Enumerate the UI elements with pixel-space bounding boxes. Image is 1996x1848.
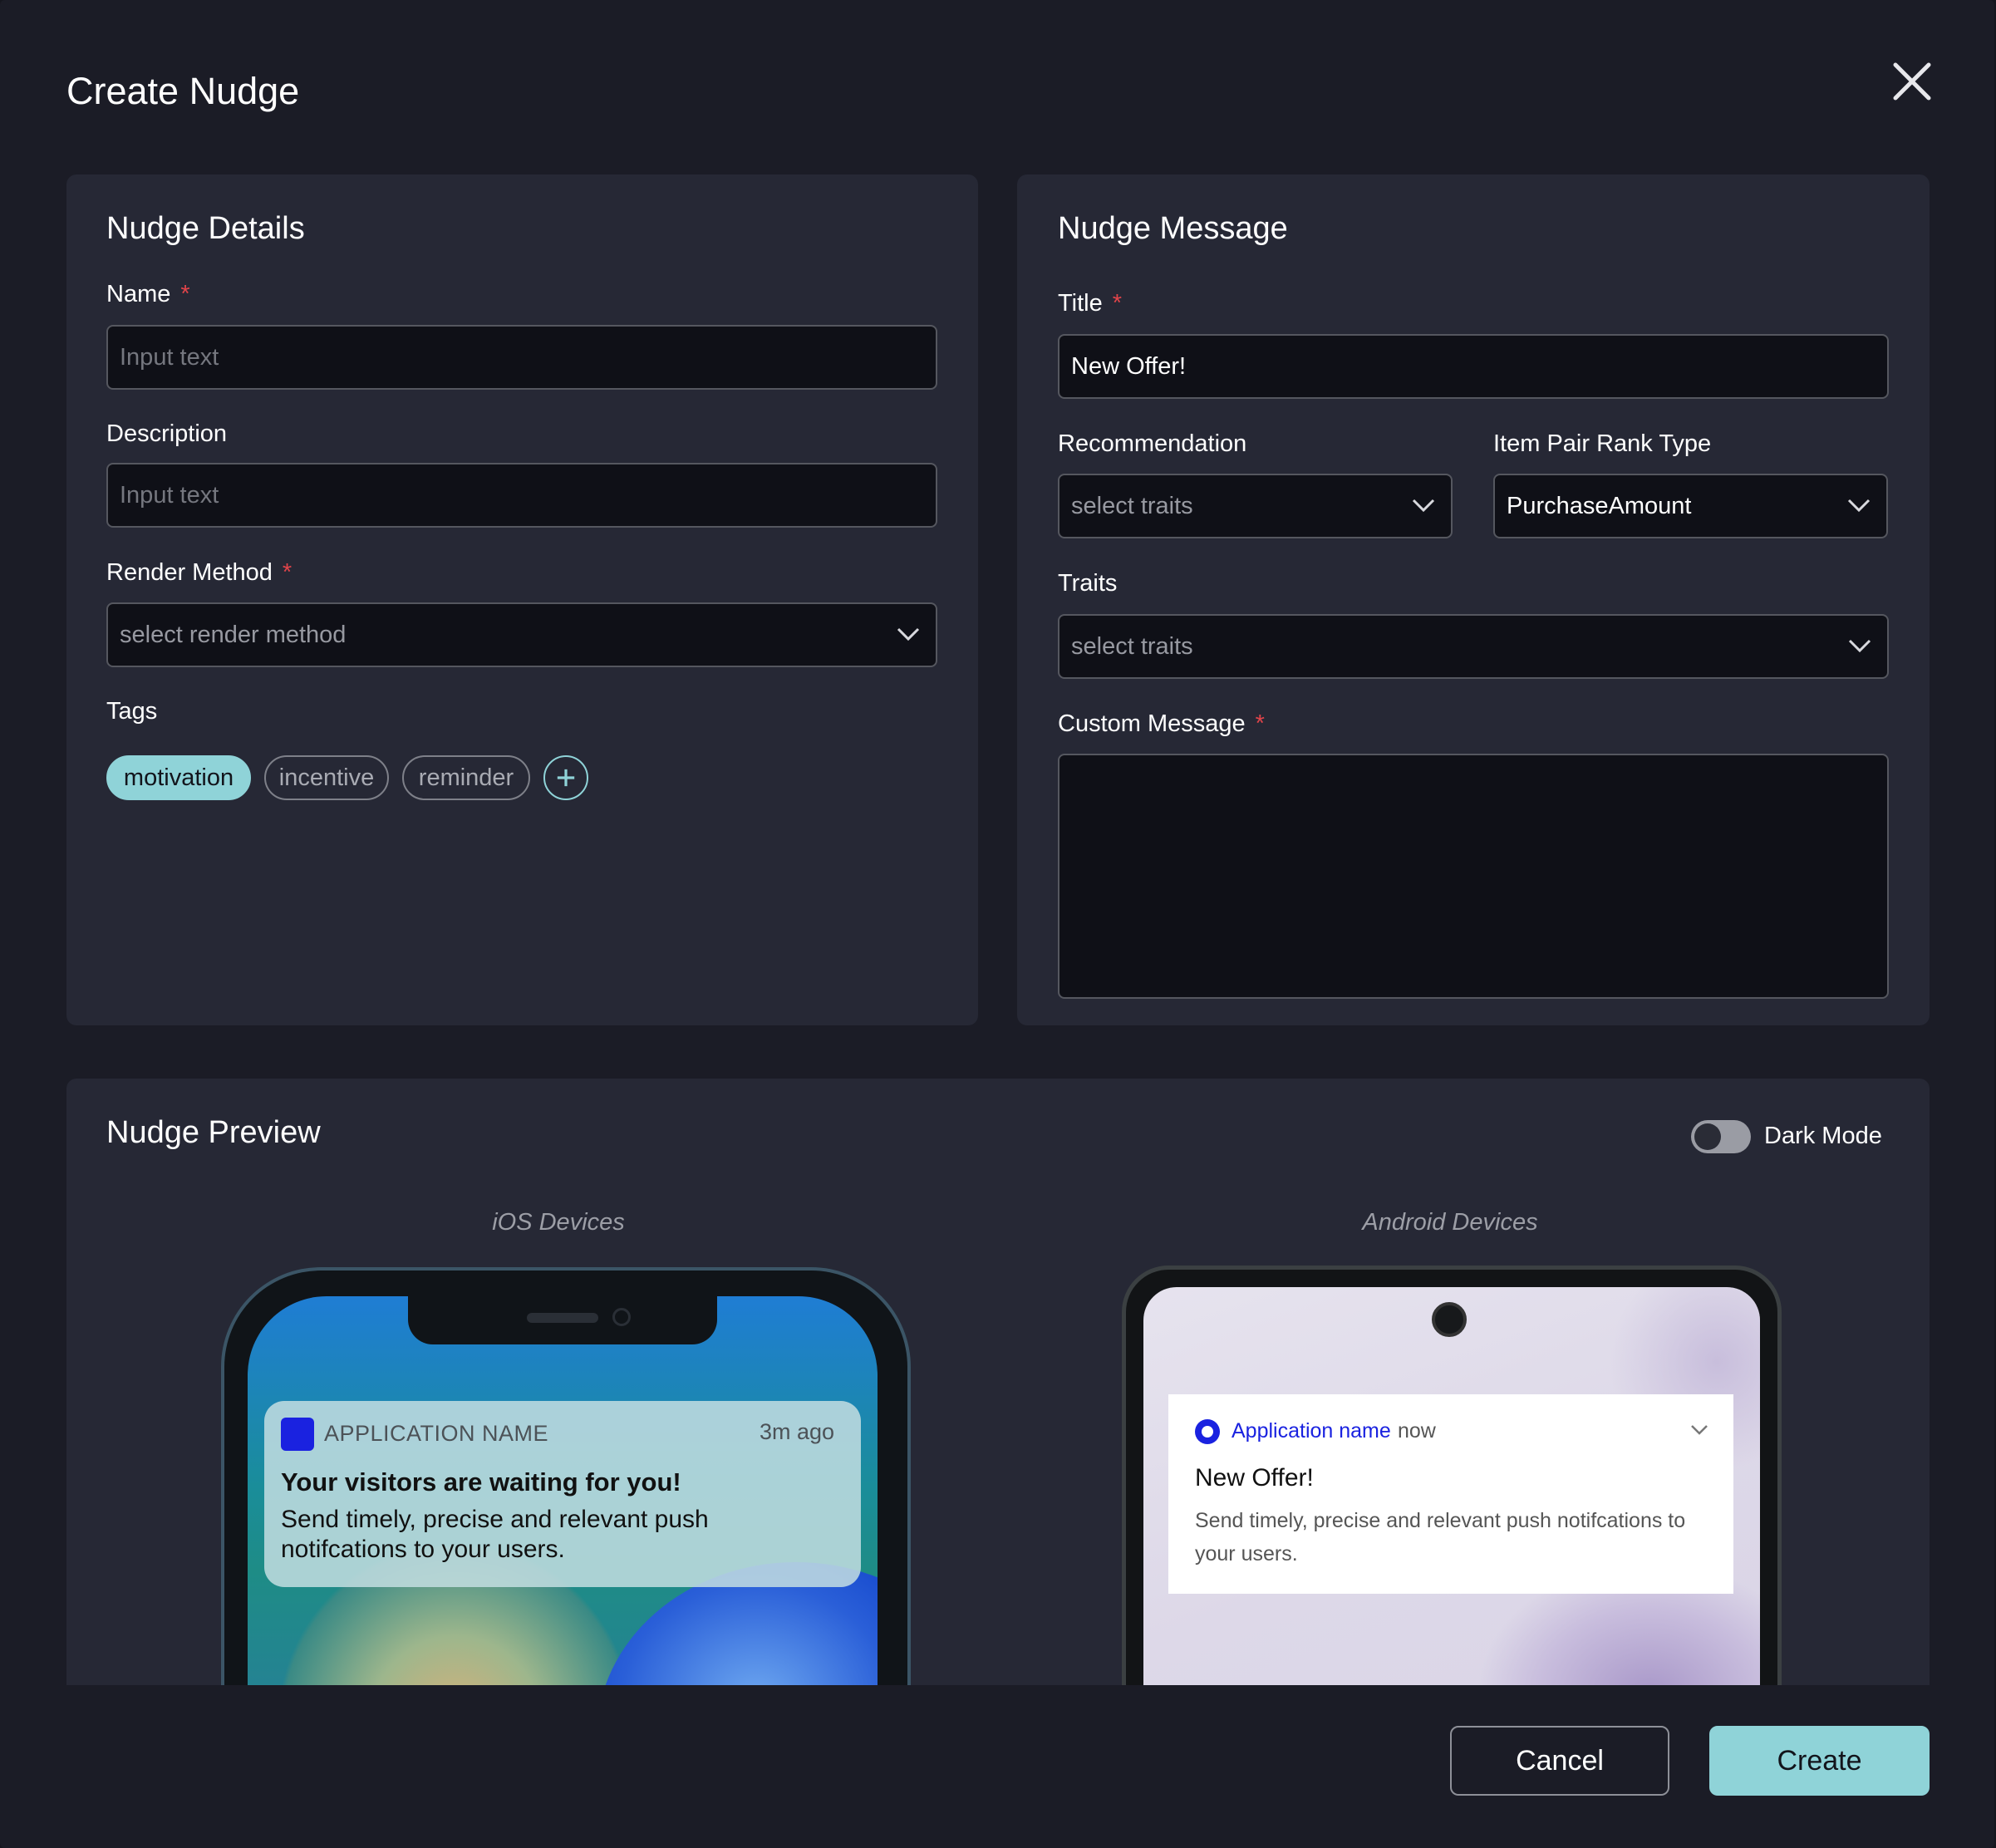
chevron-down-icon	[1848, 639, 1871, 653]
android-notification: Application name now New Offer! Send tim…	[1168, 1394, 1733, 1594]
create-button[interactable]: Create	[1709, 1726, 1930, 1796]
description-field[interactable]	[106, 463, 937, 528]
chevron-down-icon	[1412, 499, 1435, 513]
modal-title: Create Nudge	[66, 70, 300, 112]
chevron-down-icon	[897, 627, 920, 641]
name-field[interactable]	[106, 325, 937, 390]
chevron-down-icon	[1691, 1425, 1708, 1435]
nudge-message-title: Nudge Message	[1058, 211, 1288, 246]
chevron-down-icon	[1847, 499, 1871, 513]
nudge-details-card	[66, 174, 978, 1025]
android-notification-body: Send timely, precise and relevant push n…	[1195, 1509, 1686, 1565]
ios-notification-title: Your visitors are waiting for you!	[281, 1467, 681, 1497]
ios-notification-time: 3m ago	[759, 1419, 834, 1444]
description-input[interactable]	[108, 464, 936, 526]
item-pair-rank-type-label: Item Pair Rank Type	[1493, 430, 1712, 457]
required-asterisk: *	[1255, 710, 1265, 737]
traits-placeholder: select traits	[1071, 633, 1193, 660]
recommendation-label: Recommendation	[1058, 430, 1247, 457]
android-app-name: Application name	[1232, 1419, 1391, 1443]
required-asterisk: *	[180, 281, 190, 307]
name-label: Name *	[106, 281, 190, 307]
tag-reminder[interactable]: reminder	[402, 755, 530, 800]
camera-icon	[1432, 1302, 1467, 1337]
ios-notification-body: Send timely, precise and relevant push n…	[281, 1506, 709, 1563]
app-icon	[1195, 1419, 1220, 1444]
recommendation-select[interactable]: select traits	[1058, 474, 1453, 538]
tag-motivation[interactable]: motivation	[106, 755, 251, 800]
camera-icon	[612, 1308, 631, 1326]
ios-notch	[408, 1296, 717, 1344]
custom-message-textarea[interactable]	[1058, 754, 1889, 999]
app-icon	[281, 1418, 314, 1451]
description-label: Description	[106, 420, 228, 447]
nudge-details-title: Nudge Details	[106, 211, 305, 246]
render-method-label: Render Method *	[106, 559, 293, 586]
android-phone-screen: Application name now New Offer! Send tim…	[1143, 1287, 1760, 1685]
cancel-button[interactable]: Cancel	[1450, 1726, 1669, 1796]
tag-incentive[interactable]: incentive	[264, 755, 389, 800]
name-input[interactable]	[108, 327, 936, 388]
render-method-select[interactable]: select render method	[106, 602, 937, 667]
ios-app-name: APPLICATION NAME	[324, 1421, 549, 1446]
required-asterisk: *	[1112, 290, 1123, 317]
recommendation-placeholder: select traits	[1071, 493, 1193, 519]
title-field[interactable]	[1058, 334, 1889, 399]
custom-message-label: Custom Message *	[1058, 710, 1265, 737]
speaker-icon	[527, 1313, 598, 1323]
traits-label: Traits	[1058, 570, 1118, 597]
add-tag-button[interactable]	[543, 755, 588, 800]
ios-notification: APPLICATION NAME 3m ago Your visitors ar…	[264, 1401, 861, 1587]
preview-devices: APPLICATION NAME 3m ago Your visitors ar…	[66, 1079, 1930, 1685]
item-pair-rank-type-value: PurchaseAmount	[1507, 493, 1692, 519]
title-input[interactable]	[1059, 336, 1887, 397]
android-notification-title: New Offer!	[1195, 1464, 1314, 1492]
traits-select[interactable]: select traits	[1058, 614, 1889, 679]
android-notification-time: now	[1398, 1419, 1436, 1443]
title-label: Title *	[1058, 290, 1123, 317]
close-icon[interactable]	[1890, 60, 1934, 103]
create-nudge-modal: Create Nudge Nudge Details Name* Descrip…	[0, 0, 1994, 1848]
required-asterisk: *	[282, 559, 293, 586]
render-method-placeholder: select render method	[120, 622, 347, 648]
tags-label: Tags	[106, 698, 158, 725]
item-pair-rank-type-select[interactable]: PurchaseAmount	[1493, 474, 1888, 538]
ios-phone-screen: APPLICATION NAME 3m ago Your visitors ar…	[248, 1296, 878, 1685]
